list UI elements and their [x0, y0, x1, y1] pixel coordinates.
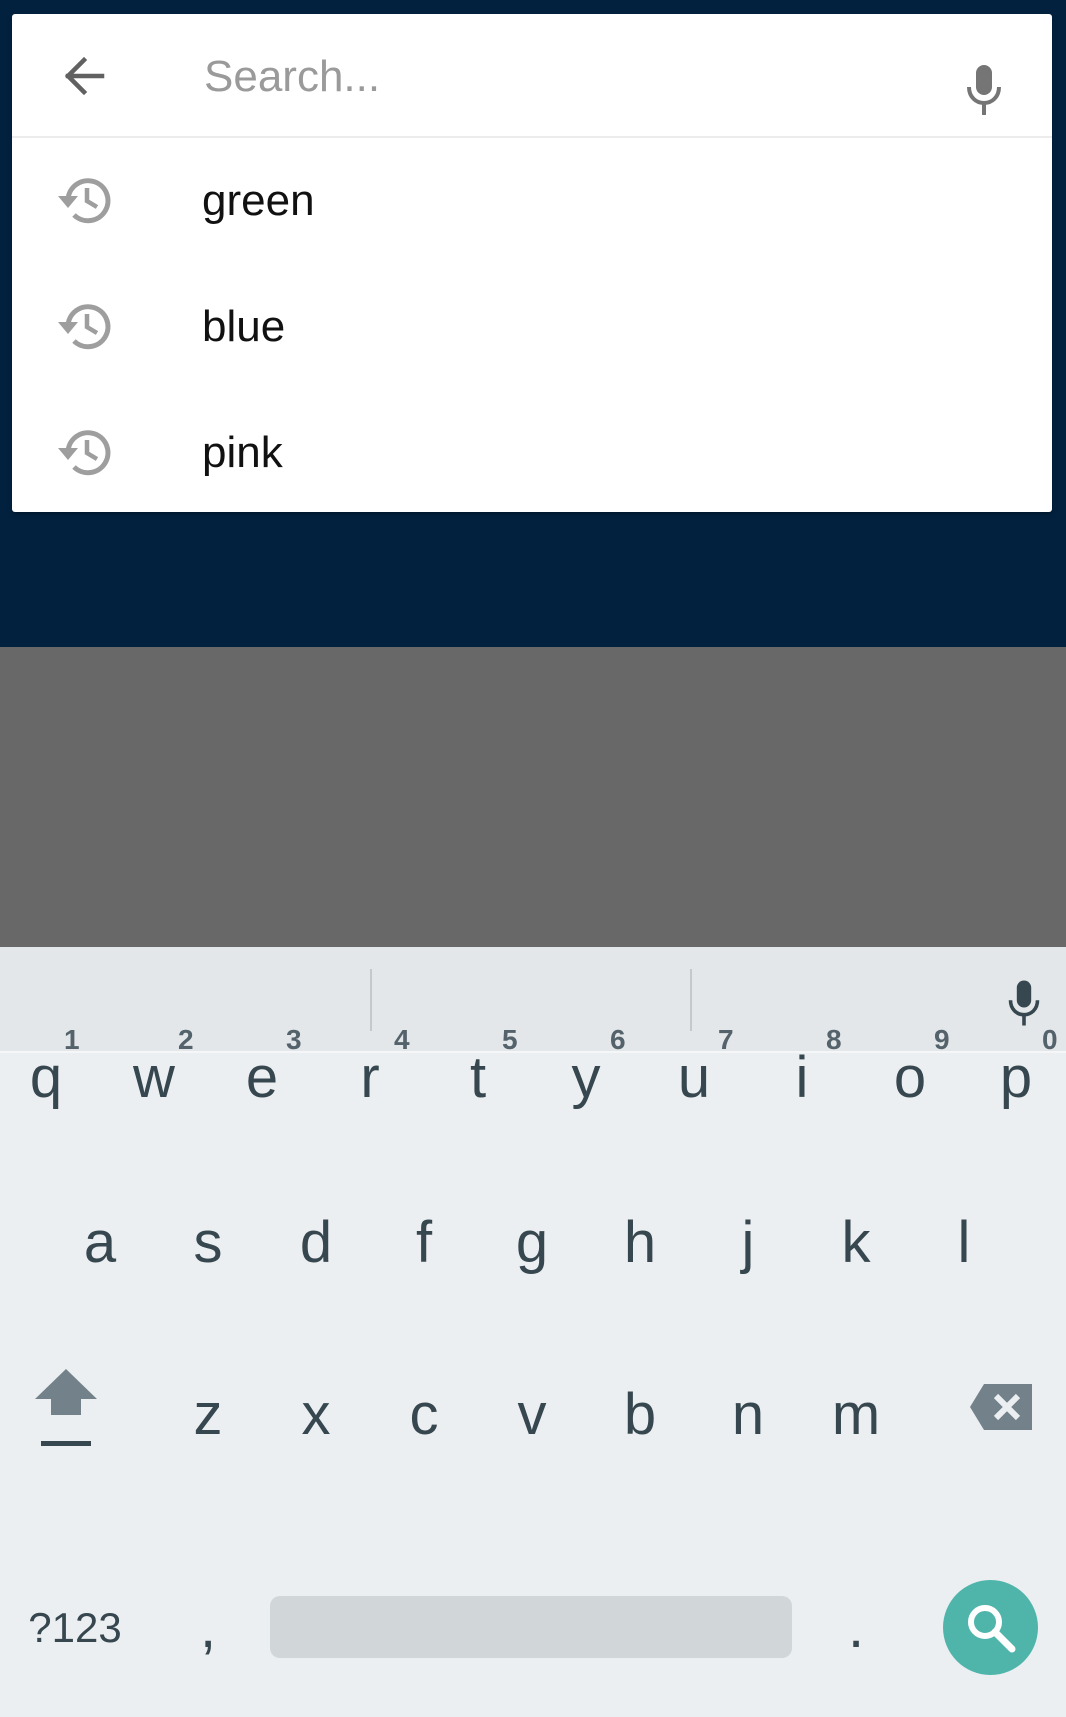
back-button[interactable] [52, 44, 116, 108]
key-w[interactable]: w2 [104, 1008, 204, 1148]
key-k[interactable]: k [806, 1173, 906, 1313]
shift-icon [35, 1369, 97, 1446]
history-icon [58, 178, 111, 224]
key-label: t [469, 1045, 487, 1110]
shift-key[interactable] [16, 1337, 116, 1477]
key-label: r [360, 1045, 380, 1110]
key-m[interactable]: m [806, 1345, 906, 1485]
key-s[interactable]: s [158, 1173, 258, 1313]
voice-search-button[interactable] [952, 58, 1016, 122]
key-hint-label: 0 [1042, 1024, 1058, 1055]
key-hint-label: 5 [502, 1024, 518, 1055]
key-g[interactable]: g [482, 1173, 582, 1313]
key-hint-label: 8 [826, 1024, 842, 1055]
key-hint-label: 6 [610, 1024, 626, 1055]
key-hint-label: 7 [718, 1024, 734, 1055]
key-j[interactable]: j [698, 1173, 798, 1313]
soft-keyboard: q1 w2 e3 r4 t5 y6 u7 i8 o9 p0 a s d f g … [0, 947, 1066, 1717]
key-t[interactable]: t5 [428, 1008, 528, 1148]
key-label: i [795, 1045, 809, 1110]
key-label: y [571, 1045, 601, 1110]
key-a[interactable]: a [50, 1173, 150, 1313]
key-hint-label: 1 [64, 1024, 80, 1055]
key-hint-label: 2 [178, 1024, 194, 1055]
key-label: z [193, 1382, 223, 1447]
key-hint-label: 4 [394, 1024, 410, 1055]
history-item-label: green [202, 176, 315, 225]
key-p[interactable]: p0 [966, 1008, 1066, 1148]
key-l[interactable]: l [914, 1173, 1014, 1313]
key-o[interactable]: o9 [860, 1008, 960, 1148]
backspace-icon [970, 1384, 1032, 1430]
key-d[interactable]: d [266, 1173, 366, 1313]
search-input[interactable] [202, 44, 926, 110]
history-icon [58, 430, 111, 476]
search-action-button[interactable] [943, 1580, 1038, 1675]
delete-key[interactable] [946, 1337, 1056, 1477]
key-x[interactable]: x [266, 1345, 366, 1485]
comma-key[interactable]: , [158, 1558, 258, 1698]
search-history-list: green blue pink [12, 138, 1052, 516]
key-label: , [199, 1595, 217, 1660]
history-item-label: pink [202, 428, 283, 477]
key-e[interactable]: e3 [212, 1008, 312, 1148]
history-item-green[interactable]: green [12, 138, 1052, 264]
key-label: . [847, 1595, 865, 1660]
key-label: u [677, 1045, 711, 1110]
key-n[interactable]: n [698, 1345, 798, 1485]
key-hint-label: 9 [934, 1024, 950, 1055]
key-label: x [301, 1382, 331, 1447]
key-y[interactable]: y6 [536, 1008, 636, 1148]
microphone-icon [967, 65, 1001, 115]
key-label: w [133, 1045, 175, 1110]
history-icon [58, 304, 111, 350]
key-v[interactable]: v [482, 1345, 582, 1485]
key-label: k [841, 1210, 871, 1275]
key-label: p [999, 1045, 1033, 1110]
key-label: g [515, 1210, 549, 1275]
search-bar [12, 14, 1052, 138]
history-item-blue[interactable]: blue [12, 264, 1052, 390]
space-bar[interactable] [270, 1596, 792, 1658]
key-label: e [245, 1045, 279, 1110]
key-label: d [299, 1210, 333, 1275]
background-scrim[interactable] [0, 647, 1066, 947]
key-label: q [29, 1045, 63, 1110]
search-panel: green blue pink [12, 14, 1052, 512]
key-u[interactable]: u7 [644, 1008, 744, 1148]
history-item-label: blue [202, 302, 286, 351]
key-label: a [83, 1210, 117, 1275]
key-b[interactable]: b [590, 1345, 690, 1485]
key-h[interactable]: h [590, 1173, 690, 1313]
period-key[interactable]: . [806, 1558, 906, 1698]
key-label: c [409, 1382, 439, 1447]
key-label: o [893, 1045, 927, 1110]
key-c[interactable]: c [374, 1345, 474, 1485]
key-label: j [741, 1210, 755, 1275]
key-label: l [957, 1210, 971, 1275]
key-label: f [415, 1210, 433, 1275]
key-hint-label: 3 [286, 1024, 302, 1055]
arrow-back-icon [64, 56, 105, 96]
symbols-key[interactable]: ?123 [20, 1558, 130, 1698]
key-label: n [731, 1382, 765, 1447]
key-label: h [623, 1210, 657, 1275]
key-i[interactable]: i8 [752, 1008, 852, 1148]
key-label: ?123 [28, 1604, 122, 1651]
key-r[interactable]: r4 [320, 1008, 420, 1148]
key-label: s [193, 1210, 223, 1275]
search-icon [967, 1604, 1015, 1652]
key-label: b [623, 1382, 657, 1447]
key-label: m [831, 1382, 881, 1447]
key-q[interactable]: q1 [0, 1008, 96, 1148]
key-z[interactable]: z [158, 1345, 258, 1485]
key-label: v [517, 1382, 547, 1447]
key-f[interactable]: f [374, 1173, 474, 1313]
history-item-pink[interactable]: pink [12, 390, 1052, 516]
